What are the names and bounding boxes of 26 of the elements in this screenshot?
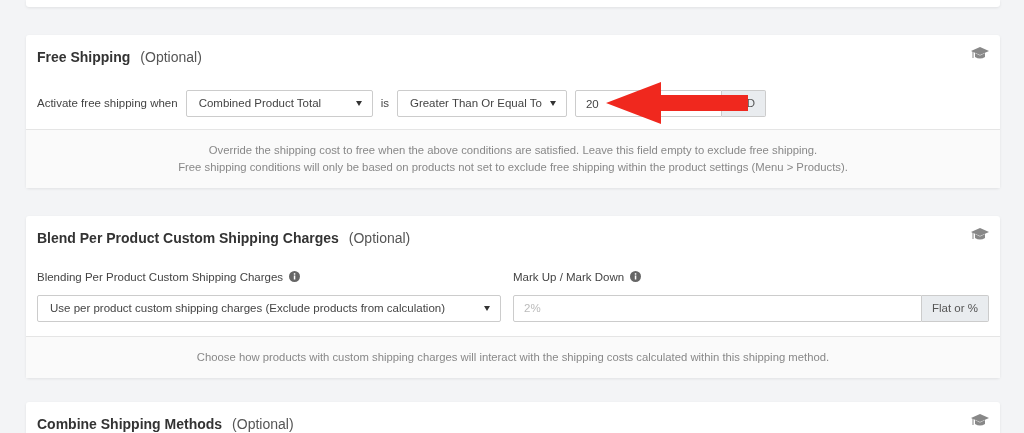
info-icon[interactable] <box>630 271 642 283</box>
graduation-cap-icon[interactable] <box>971 413 989 427</box>
optional-label: (Optional) <box>140 49 202 66</box>
caret-icon <box>484 305 490 311</box>
section-title: Blend Per Product Custom Shipping Charges <box>37 230 339 247</box>
unit-addon: Flat or % <box>922 294 989 322</box>
markup-field[interactable]: 2% <box>513 294 922 322</box>
caret-icon <box>355 101 362 107</box>
connector-label: is <box>380 96 389 112</box>
help-text: Override the shipping cost to free when the above conditions are satisfied. Leave this field empty to exclude free shipping. <box>207 143 819 159</box>
operator-select[interactable]: Greater Than Or Equal To <box>396 90 567 118</box>
optional-label: (Optional) <box>232 415 294 432</box>
help-text: Free shipping conditions will only be based on products not set to exclude free shipping within the product settings (Menu > Products). <box>177 160 849 176</box>
section-title: Free Shipping <box>37 49 131 66</box>
condition-label: Activate free shipping when <box>37 96 178 112</box>
info-icon[interactable] <box>289 271 301 283</box>
field-label: Mark Up / Mark Down <box>513 269 989 287</box>
graduation-cap-icon[interactable] <box>971 228 989 242</box>
graduation-cap-icon[interactable] <box>971 47 989 61</box>
field-select[interactable]: Combined Product Total <box>185 90 373 118</box>
optional-label: (Optional) <box>348 230 411 247</box>
section-title: Combine Shipping Methods <box>37 415 223 432</box>
field-label: Blending Per Product Custom Shipping Charges <box>37 269 501 287</box>
caret-icon <box>549 101 556 107</box>
blend-select[interactable]: Use per product custom shipping charges (Exclude products from calculation) <box>37 294 501 322</box>
help-text: Choose how products with custom shipping charges will interact with the shipping costs calculated within this shipping method. <box>195 349 831 365</box>
